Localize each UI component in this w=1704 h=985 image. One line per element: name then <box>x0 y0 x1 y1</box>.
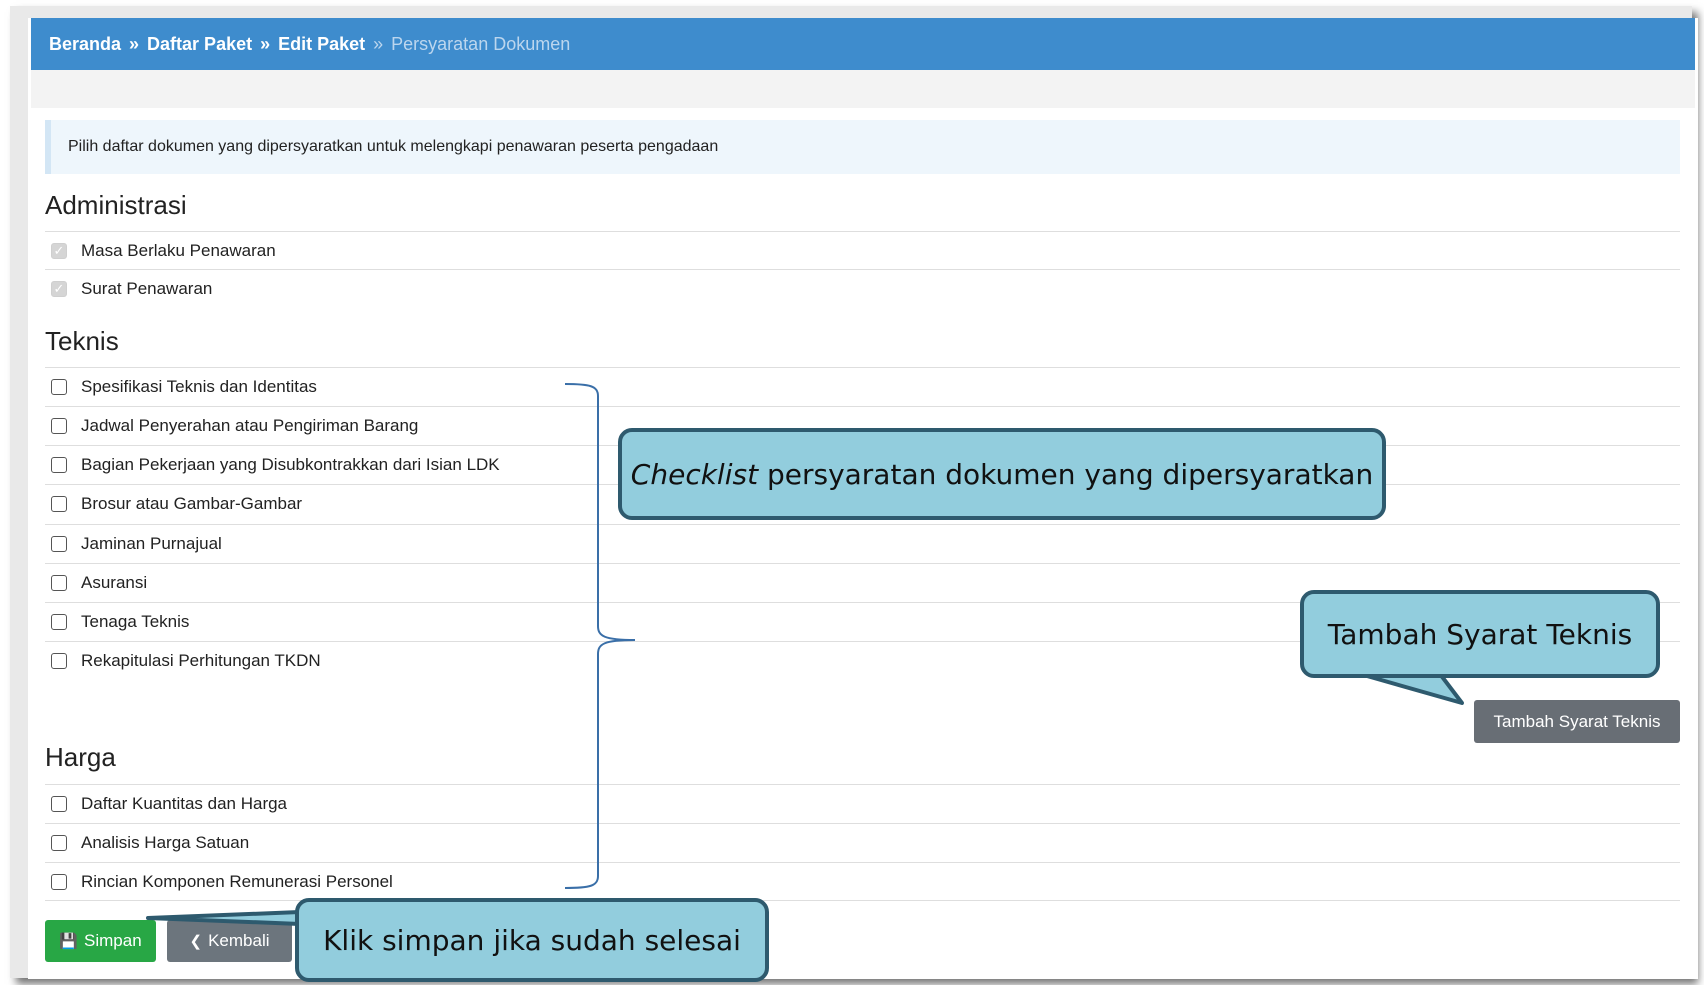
callout-checklist: Checklist persyaratan dokumen yang diper… <box>618 428 1386 520</box>
callout-tail <box>1358 672 1464 705</box>
callout-tambah: Tambah Syarat Teknis <box>1300 590 1660 678</box>
callout-text: Klik simpan jika sudah selesai <box>323 923 741 957</box>
callout-text: persyaratan dokumen yang dipersyaratkan <box>758 457 1374 491</box>
callout-text: Tambah Syarat Teknis <box>1327 617 1633 651</box>
callout-tail <box>146 910 302 926</box>
callout-simpan: Klik simpan jika sudah selesai <box>295 898 769 982</box>
callout-emphasis: Checklist <box>630 457 759 491</box>
